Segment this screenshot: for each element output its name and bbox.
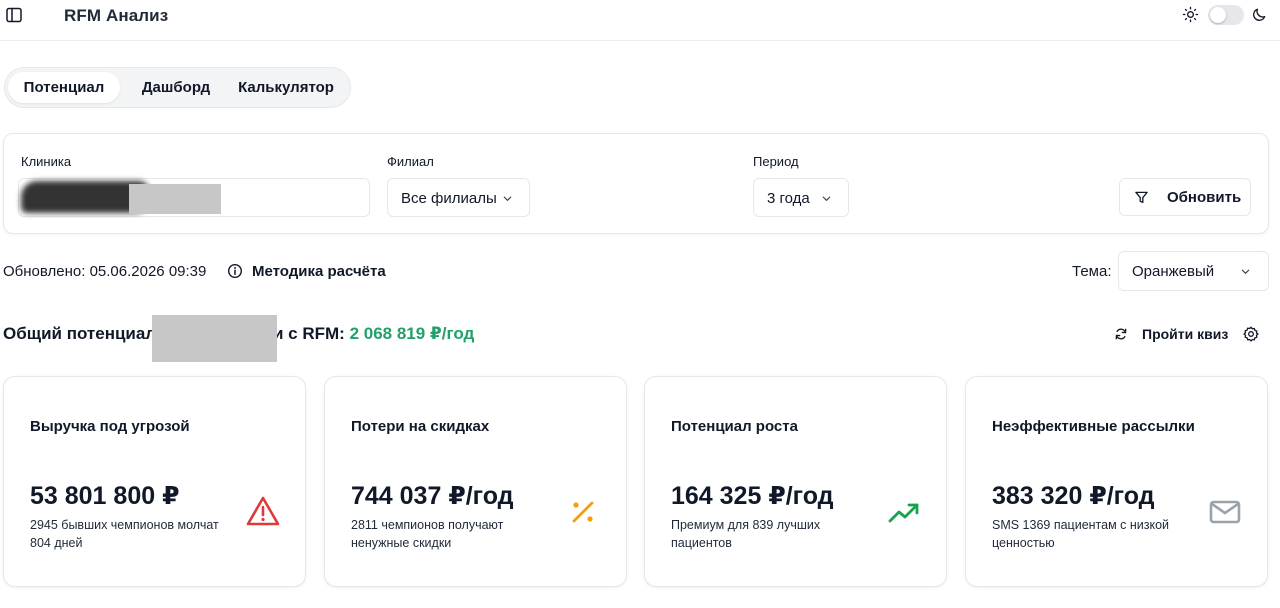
- tab-potential[interactable]: Потенциал: [8, 72, 120, 103]
- moon-icon: [1253, 8, 1266, 21]
- updated-prefix: Обновлено:: [3, 263, 86, 280]
- filter-panel: Клиника Филиал Все филиалы Период 3 года…: [3, 133, 1269, 234]
- card-growth-potential: Потенциал роста 164 325 ₽/год Премиум дл…: [644, 376, 947, 587]
- card-description: Премиум для 839 лучших пациентов: [671, 518, 821, 550]
- card-ineffective-mailings: Неэффективные рассылки 383 320 ₽/год SMS…: [965, 376, 1268, 587]
- card-value: 164 325 ₽/год: [671, 482, 834, 510]
- potential-value: 2 068 819 ₽/год: [349, 324, 475, 343]
- potential-prefix: Общий потенциал: [3, 324, 157, 343]
- percent-icon: [572, 501, 594, 523]
- branch-label: Филиал: [387, 154, 434, 169]
- card-revenue-at-risk: Выручка под угрозой 53 801 800 ₽ 2945 бы…: [3, 376, 306, 587]
- card-title: Выручка под угрозой: [30, 418, 190, 435]
- card-title: Неэффективные рассылки: [992, 418, 1195, 435]
- redaction-block: [129, 184, 221, 214]
- period-label: Период: [753, 154, 799, 169]
- last-updated: Обновлено: 05.06.2026 09:39: [3, 263, 206, 280]
- info-icon[interactable]: [227, 263, 243, 279]
- chevron-down-icon: [1241, 269, 1250, 274]
- sidebar-toggle-icon[interactable]: [5, 6, 23, 24]
- branch-select[interactable]: Все филиалы: [387, 178, 530, 217]
- card-description: 2945 бывших чемпионов молчат 804 дней: [30, 518, 219, 550]
- period-select[interactable]: 3 года: [753, 178, 849, 217]
- top-bar: RFM Анализ: [0, 0, 1280, 41]
- gear-icon[interactable]: [1243, 326, 1259, 342]
- card-value: 383 320 ₽/год: [992, 482, 1155, 510]
- period-select-value: 3 года: [767, 190, 810, 207]
- toggle-knob: [1210, 7, 1226, 23]
- clinic-input[interactable]: [18, 178, 370, 217]
- card-description: 2811 чемпионов получают ненужные скидки: [351, 518, 504, 550]
- card-discount-losses: Потери на скидках 744 037 ₽/год 2811 чем…: [324, 376, 627, 587]
- card-value: 744 037 ₽/год: [351, 482, 514, 510]
- app-title: RFM Анализ: [64, 6, 169, 25]
- tab-calculator[interactable]: Калькулятор: [233, 72, 339, 103]
- warning-triangle-icon: [246, 496, 280, 526]
- theme-select[interactable]: Оранжевый: [1118, 251, 1269, 291]
- theme-label: Тема:: [1072, 263, 1112, 280]
- chevron-down-icon: [822, 196, 831, 201]
- filter-icon: [1135, 191, 1148, 204]
- methodology-link[interactable]: Методика расчёта: [252, 263, 386, 280]
- take-quiz-button[interactable]: Пройти квиз: [1142, 326, 1228, 342]
- card-value: 53 801 800 ₽: [30, 482, 180, 510]
- refresh-cycle-icon[interactable]: [1114, 327, 1128, 341]
- card-title: Потери на скидках: [351, 418, 490, 435]
- potential-suffix: и с RFM:: [273, 324, 345, 343]
- branch-select-value: Все филиалы: [401, 190, 497, 207]
- sun-icon: [1182, 6, 1199, 23]
- refresh-button-label: Обновить: [1167, 189, 1242, 206]
- potential-tail: и с RFM: 2 068 819 ₽/год: [273, 324, 474, 344]
- tab-dashboard[interactable]: Дашборд: [123, 72, 229, 103]
- clinic-label: Клиника: [21, 154, 72, 169]
- mail-icon: [1209, 500, 1241, 524]
- updated-value: 05.06.2026 09:39: [89, 263, 207, 280]
- redaction-block: [152, 315, 277, 362]
- chevron-down-icon: [503, 196, 512, 201]
- trending-up-icon: [888, 503, 919, 523]
- refresh-button[interactable]: Обновить: [1119, 178, 1251, 216]
- theme-select-value: Оранжевый: [1132, 263, 1215, 280]
- total-potential: Общий потенциал и с RFM: 2 068 819 ₽/год: [3, 324, 474, 344]
- card-description: SMS 1369 пациентам с низкой ценностью: [992, 518, 1170, 550]
- card-title: Потенциал роста: [671, 418, 798, 435]
- dark-mode-toggle[interactable]: [1208, 5, 1244, 25]
- view-tabs: Потенциал Дашборд Калькулятор: [4, 67, 351, 108]
